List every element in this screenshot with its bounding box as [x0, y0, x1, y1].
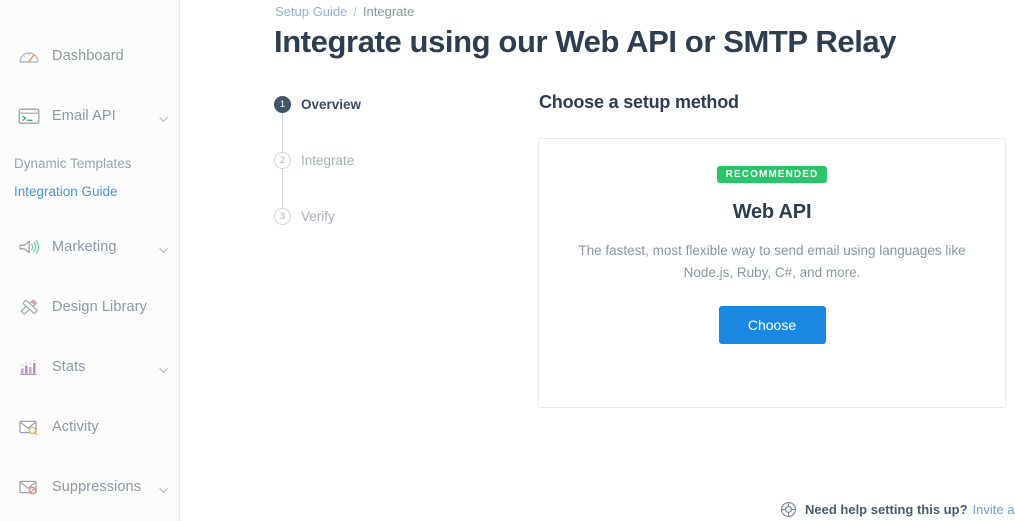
step-bullet: 3	[274, 208, 291, 225]
envelope-search-icon	[16, 415, 42, 439]
sidebar-item-label: Email API	[52, 108, 116, 124]
sidebar-subitem-label: Integration Guide	[14, 183, 118, 199]
megaphone-icon	[16, 235, 42, 259]
sidebar-item-suppressions[interactable]: Suppressions	[0, 469, 179, 505]
terminal-icon	[16, 104, 42, 128]
breadcrumb-link-setup-guide[interactable]: Setup Guide	[275, 4, 347, 19]
help-text: Need help setting this up?	[805, 502, 968, 517]
sidebar-item-label: Dashboard	[52, 48, 124, 64]
sidebar-item-email-api[interactable]: Email API	[0, 98, 179, 134]
sidebar-subitem-dynamic-templates[interactable]: Dynamic Templates	[0, 151, 179, 175]
choose-button[interactable]: Choose	[718, 306, 826, 344]
breadcrumb-current: Integrate	[362, 4, 415, 19]
breadcrumb-separator: /	[353, 4, 357, 19]
sidebar-item-label: Suppressions	[52, 479, 142, 495]
envelope-blocked-icon	[16, 475, 42, 499]
bar-chart-icon	[16, 355, 42, 379]
step-verify[interactable]: 3 Verify	[274, 208, 474, 264]
stepper: 1 Overview 2 Integrate 3 Verify	[274, 96, 474, 264]
setup-method-card: RECOMMENDED Web API The fastest, most fl…	[538, 138, 1006, 408]
step-label: Integrate	[301, 153, 355, 168]
step-label: Overview	[301, 97, 362, 112]
step-label: Verify	[301, 209, 335, 224]
chevron-down-icon[interactable]	[159, 242, 168, 253]
card-title: Web API	[732, 201, 812, 223]
sidebar-item-design-library[interactable]: Design Library	[0, 289, 179, 325]
app-root: Dashboard Email API Dynamic Templates In…	[0, 0, 1015, 521]
lifebuoy-icon	[780, 501, 797, 518]
sidebar-item-label: Activity	[52, 419, 99, 435]
invite-developer-link[interactable]: Invite a developer	[973, 502, 1015, 517]
sidebar-item-label: Design Library	[52, 299, 147, 315]
step-connector-line	[282, 169, 283, 208]
section-title: Choose a setup method	[539, 92, 739, 112]
help-bar: Need help setting this up? Invite a deve…	[780, 498, 1015, 521]
chevron-down-icon[interactable]	[159, 111, 168, 122]
card-description: The fastest, most flexible way to send e…	[578, 243, 966, 280]
breadcrumb: Setup Guide / Integrate	[275, 4, 414, 19]
sidebar-subitem-label: Dynamic Templates	[14, 155, 132, 171]
chevron-down-icon[interactable]	[159, 482, 168, 493]
gauge-icon	[16, 44, 42, 68]
step-connector-line	[282, 113, 283, 152]
sidebar-item-label: Stats	[52, 359, 86, 375]
status-badge: RECOMMENDED	[716, 166, 828, 183]
sidebar-subitem-integration-guide[interactable]: Integration Guide	[0, 179, 179, 203]
step-integrate[interactable]: 2 Integrate	[274, 152, 474, 208]
main-content: Setup Guide / Integrate Integrate using ou…	[180, 0, 1015, 521]
step-overview[interactable]: 1 Overview	[274, 96, 474, 152]
sidebar-item-activity[interactable]: Activity	[0, 409, 179, 445]
step-bullet: 1	[274, 96, 291, 113]
ruler-pencil-icon	[16, 295, 42, 319]
sidebar: Dashboard Email API Dynamic Templates In…	[0, 0, 180, 521]
sidebar-item-dashboard[interactable]: Dashboard	[0, 38, 179, 74]
sidebar-item-label: Marketing	[52, 239, 117, 255]
chevron-down-icon[interactable]	[159, 362, 168, 373]
sidebar-item-marketing[interactable]: Marketing	[0, 229, 179, 265]
step-bullet: 2	[274, 152, 291, 169]
page-title: Integrate using our Web API or SMTP Rela…	[274, 24, 897, 59]
sidebar-item-stats[interactable]: Stats	[0, 349, 179, 385]
